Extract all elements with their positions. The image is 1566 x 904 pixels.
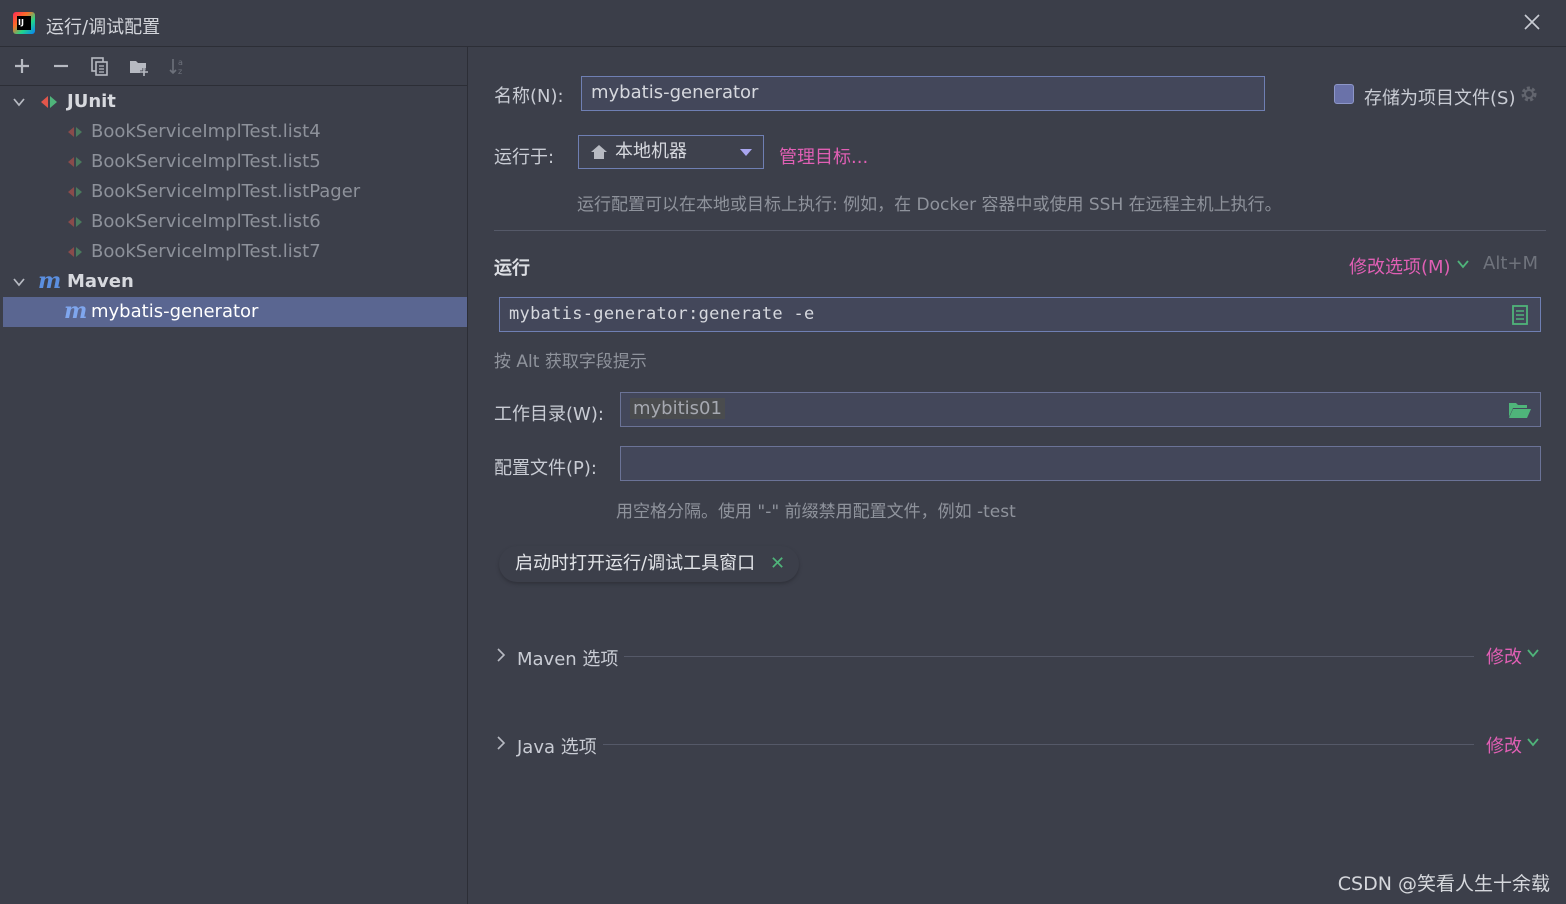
store-as-project-file-checkbox[interactable] xyxy=(1334,84,1354,104)
junit-test-icon xyxy=(68,187,82,197)
run-on-hint: 运行配置可以在本地或目标上执行: 例如，在 Docker 容器中或使用 SSH … xyxy=(577,195,1282,215)
folder-open-icon[interactable] xyxy=(1508,401,1532,419)
chevron-down-icon[interactable] xyxy=(1527,737,1539,747)
sort-icon[interactable]: a z xyxy=(167,55,189,77)
chevron-down-icon[interactable] xyxy=(12,275,26,289)
name-input[interactable]: mybatis-generator xyxy=(581,76,1265,111)
run-section-title: 运行 xyxy=(494,258,530,279)
copy-icon[interactable] xyxy=(89,55,111,77)
manage-targets-link[interactable]: 管理目标... xyxy=(779,143,868,169)
open-tool-window-tag: 启动时打开运行/调试工具窗口 ✕ xyxy=(499,546,800,582)
chevron-down-icon[interactable] xyxy=(1527,648,1539,658)
profiles-input[interactable] xyxy=(620,446,1541,481)
working-directory-input[interactable]: mybitis01 xyxy=(620,392,1541,427)
maven-icon: m xyxy=(64,298,88,324)
divider xyxy=(603,744,1474,745)
config-form: 名称(N): mybatis-generator 存储为项目文件(S) 运行于:… xyxy=(468,47,1566,904)
name-label: 名称(N): xyxy=(494,86,564,107)
chevron-down-icon[interactable] xyxy=(12,95,26,109)
tree-group-maven[interactable]: m Maven xyxy=(0,267,467,297)
tree-item-label: BookServiceImplTest.listPager xyxy=(91,181,361,202)
tree-group-junit[interactable]: JUnit xyxy=(0,87,467,117)
tree-item-label: BookServiceImplTest.list5 xyxy=(91,151,321,172)
tree-item-label: mybatis-generator xyxy=(91,301,259,322)
chevron-right-icon xyxy=(497,648,506,662)
chevron-right-icon xyxy=(497,736,506,750)
title-bar: IJ 运行/调试配置 xyxy=(0,0,1566,47)
maven-icon: m xyxy=(38,268,62,294)
svg-text:z: z xyxy=(178,67,182,76)
junit-icon xyxy=(41,96,57,108)
tree-item[interactable]: BookServiceImplTest.list7 xyxy=(0,237,467,267)
tree-item-selected[interactable]: m mybatis-generator xyxy=(3,297,467,327)
intellij-app-icon: IJ xyxy=(13,12,35,34)
open-tool-window-tag-label: 启动时打开运行/调试工具窗口 xyxy=(515,553,756,574)
svg-text:a: a xyxy=(178,58,183,67)
modify-options-link[interactable]: 修改选项(M) xyxy=(1349,253,1451,279)
store-as-project-file-label: 存储为项目文件(S) xyxy=(1364,88,1516,109)
junit-test-icon xyxy=(68,157,82,167)
java-options-label: Java 选项 xyxy=(517,737,597,758)
tree-item-label: BookServiceImplTest.list6 xyxy=(91,211,321,232)
command-line-input[interactable]: mybatis-generator:generate -e xyxy=(499,297,1541,332)
tree-item[interactable]: BookServiceImplTest.list4 xyxy=(0,117,467,147)
junit-test-icon xyxy=(68,217,82,227)
tree-group-label: JUnit xyxy=(67,91,116,112)
tree-item-label: BookServiceImplTest.list4 xyxy=(91,121,321,142)
working-directory-value: mybitis01 xyxy=(630,398,725,419)
watermark: CSDN @笑看人生十余载 xyxy=(1337,873,1550,895)
working-directory-label: 工作目录(W): xyxy=(494,404,604,425)
remove-icon[interactable] xyxy=(50,55,72,77)
tree-item[interactable]: BookServiceImplTest.list6 xyxy=(0,207,467,237)
tree-item-label: BookServiceImplTest.list7 xyxy=(91,241,321,262)
run-on-label: 运行于: xyxy=(494,147,555,168)
maven-options-modify-link[interactable]: 修改 xyxy=(1486,643,1522,669)
tree-group-label: Maven xyxy=(67,271,134,292)
modify-options-shortcut: Alt+M xyxy=(1483,253,1538,274)
dropdown-arrow-icon xyxy=(740,149,752,156)
junit-test-icon xyxy=(68,127,82,137)
remove-tag-icon[interactable]: ✕ xyxy=(770,546,785,582)
command-hint: 按 Alt 获取字段提示 xyxy=(494,352,647,372)
add-icon[interactable] xyxy=(11,55,33,77)
junit-test-icon xyxy=(68,247,82,257)
tree-item[interactable]: BookServiceImplTest.listPager xyxy=(0,177,467,207)
expand-text-icon[interactable] xyxy=(1511,305,1529,325)
java-options-modify-link[interactable]: 修改 xyxy=(1486,732,1522,758)
close-icon[interactable] xyxy=(1522,12,1542,32)
divider xyxy=(494,230,1546,231)
tree-toolbar: a z xyxy=(0,47,467,86)
window-title: 运行/调试配置 xyxy=(46,17,161,38)
chevron-down-icon[interactable] xyxy=(1457,259,1469,269)
divider xyxy=(624,656,1474,657)
profiles-hint: 用空格分隔。使用 "-" 前缀禁用配置文件，例如 -test xyxy=(616,502,1016,522)
tree-item[interactable]: BookServiceImplTest.list5 xyxy=(0,147,467,177)
run-on-value: 本地机器 xyxy=(615,141,687,162)
home-icon xyxy=(591,145,607,159)
new-folder-icon[interactable] xyxy=(128,55,150,77)
profiles-label: 配置文件(P): xyxy=(494,458,597,479)
run-on-dropdown[interactable]: 本地机器 xyxy=(578,135,764,169)
maven-options-label: Maven 选项 xyxy=(517,649,619,670)
gear-icon[interactable] xyxy=(1519,84,1539,104)
config-tree-pane: a z JUnit BookServiceImplTest.list4 Book… xyxy=(0,47,468,904)
